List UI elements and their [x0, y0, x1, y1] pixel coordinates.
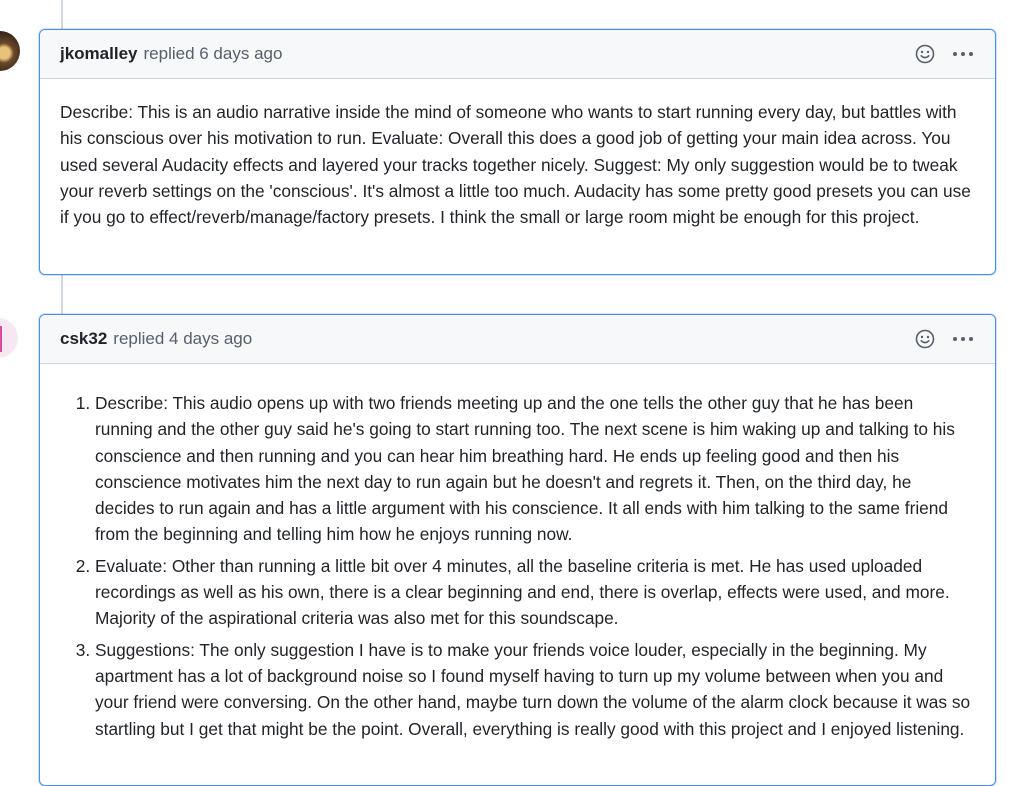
list-item: Suggestions: The only suggestion I have … — [95, 637, 975, 742]
kebab-icon[interactable] — [953, 51, 975, 57]
comment-timestamp[interactable]: replied 6 days ago — [144, 44, 283, 64]
comment-actions — [915, 44, 975, 64]
comment-text: Describe: This is an audio narrative ins… — [60, 102, 971, 228]
comment-card: jkomalley replied 6 days ago Describe: T… — [39, 29, 996, 275]
comment-timestamp[interactable]: replied 4 days ago — [113, 329, 252, 349]
comment-actions — [915, 329, 975, 349]
kebab-icon[interactable] — [953, 336, 975, 342]
avatar[interactable] — [0, 31, 20, 71]
comment-list: Describe: This audio opens up with two f… — [60, 390, 975, 742]
comment-card: csk32 replied 4 days ago Describe: This … — [39, 314, 996, 786]
list-item: Evaluate: Other than running a little bi… — [95, 553, 975, 632]
list-item: Describe: This audio opens up with two f… — [95, 390, 975, 548]
comment-header: jkomalley replied 6 days ago — [40, 30, 995, 79]
comment-author[interactable]: csk32 — [60, 329, 107, 349]
avatar[interactable] — [0, 318, 18, 358]
comment-body: Describe: This is an audio narrative ins… — [40, 79, 995, 230]
comment-body: Describe: This audio opens up with two f… — [40, 364, 995, 742]
comment-header: csk32 replied 4 days ago — [40, 315, 995, 364]
smiley-icon[interactable] — [915, 44, 935, 64]
smiley-icon[interactable] — [915, 329, 935, 349]
comment-author[interactable]: jkomalley — [60, 44, 138, 64]
